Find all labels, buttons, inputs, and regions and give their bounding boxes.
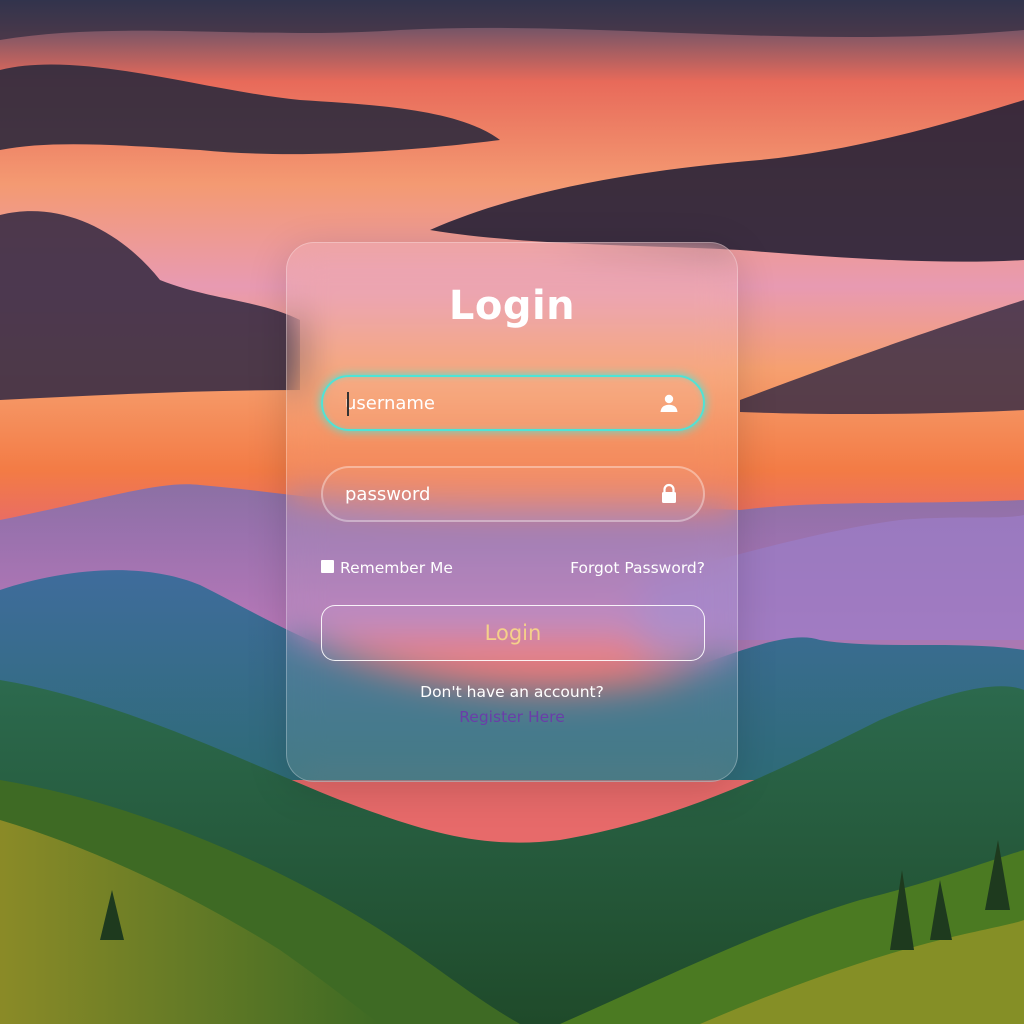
login-page: Login Remember Me Forgot Password? Login: [0, 0, 1024, 1024]
forgot-password-link[interactable]: Forgot Password?: [570, 557, 705, 579]
username-input[interactable]: [345, 377, 645, 429]
user-icon: [660, 394, 678, 412]
register-link[interactable]: Register Here: [287, 708, 737, 726]
remember-me[interactable]: Remember Me: [321, 557, 453, 579]
login-card: Login Remember Me Forgot Password? Login: [286, 242, 738, 782]
remember-me-checkbox[interactable]: [321, 559, 334, 573]
password-field[interactable]: [321, 466, 705, 522]
login-button[interactable]: Login: [321, 605, 705, 661]
remember-me-label: Remember Me: [340, 559, 453, 577]
lock-icon: [662, 483, 676, 503]
login-options-row: Remember Me Forgot Password?: [321, 557, 705, 579]
password-input[interactable]: [345, 468, 645, 520]
login-title: Login: [448, 283, 576, 329]
no-account-text: Don't have an account?: [420, 683, 604, 701]
text-caret: [347, 392, 349, 416]
username-field[interactable]: [321, 375, 705, 431]
